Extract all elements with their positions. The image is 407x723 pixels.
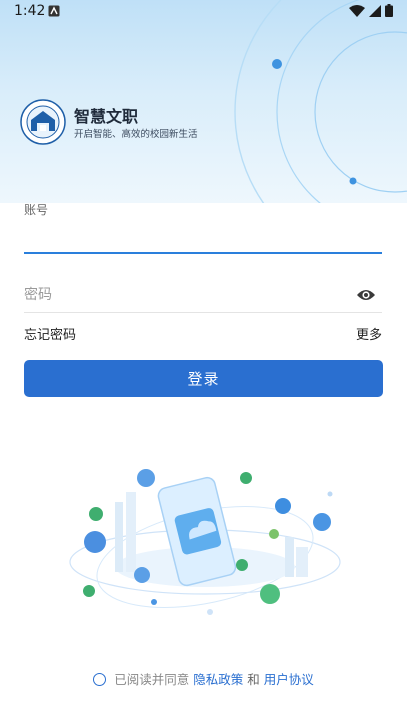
account-input[interactable] <box>24 222 382 254</box>
radio-unchecked-icon[interactable] <box>93 673 107 686</box>
status-icons <box>349 4 393 17</box>
login-button[interactable]: 登录 <box>24 360 383 397</box>
user-agreement-link[interactable]: 用户协议 <box>264 672 314 687</box>
password-underline <box>24 312 382 313</box>
eye-icon[interactable] <box>356 287 376 303</box>
agreement-prefix: 已阅读并同意 <box>114 672 190 687</box>
account-label: 账号 <box>24 203 49 217</box>
signal-icon <box>369 4 381 17</box>
status-time: 1:42 <box>14 3 46 19</box>
brand-subtitle: 开启智能、高效的校园新生活 <box>74 129 198 140</box>
school-logo <box>20 99 66 145</box>
agreement-and: 和 <box>247 672 260 687</box>
wifi-icon <box>349 4 365 17</box>
brand-title: 智慧文职 <box>74 107 139 126</box>
battery-icon <box>385 4 393 17</box>
password-input[interactable] <box>24 280 349 310</box>
app-notification-icon <box>48 5 60 17</box>
status-bar: 1:42 <box>0 0 407 24</box>
forgot-password-link[interactable]: 忘记密码 <box>24 324 76 343</box>
campus-illustration <box>69 469 341 615</box>
privacy-policy-link[interactable]: 隐私政策 <box>193 672 243 687</box>
hero-banner: 1:42 智慧文职 开启智能、高效的校园新生活 <box>0 0 407 203</box>
agreement-row: 已阅读并同意 隐私政策和用户协议 <box>0 669 407 688</box>
more-link[interactable]: 更多 <box>356 324 382 343</box>
